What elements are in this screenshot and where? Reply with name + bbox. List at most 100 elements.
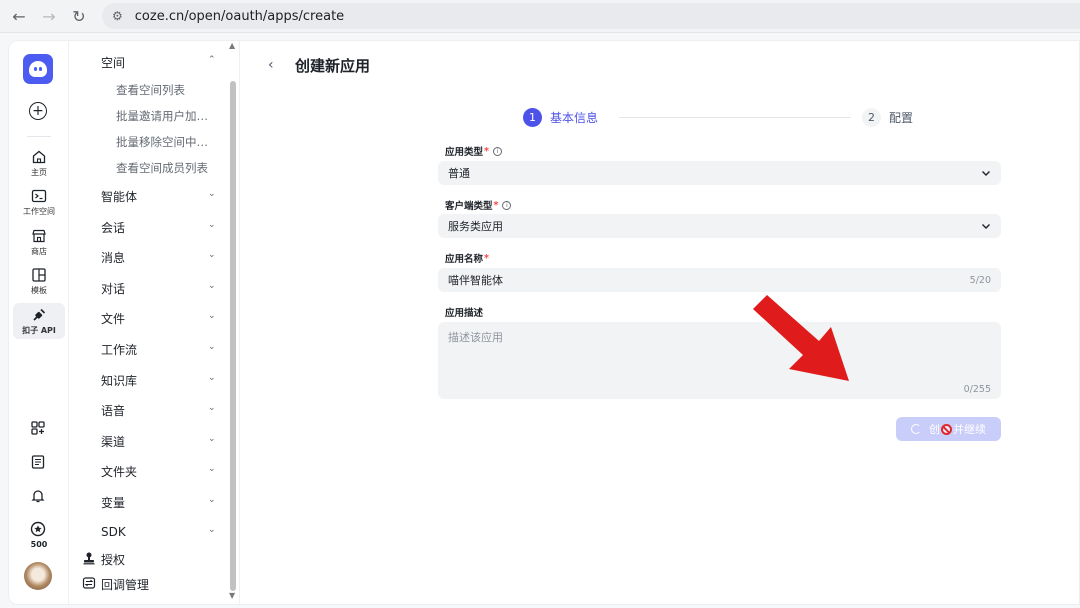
coze-logo-icon[interactable] (23, 54, 53, 84)
user-avatar[interactable] (24, 562, 52, 590)
chevron-left-icon[interactable]: ‹ (268, 57, 274, 73)
select-value: 服务类应用 (448, 220, 503, 233)
star-points-icon[interactable] (30, 521, 46, 537)
document-icon[interactable] (30, 454, 46, 470)
rail-item-api[interactable]: 扣子 API (13, 303, 65, 339)
menu-label: 工作流 (101, 342, 138, 357)
create-plus-icon[interactable]: + (29, 102, 47, 120)
back-arrow-icon[interactable]: ← (4, 1, 34, 31)
menu-group[interactable]: 智能体 ⌄ (70, 183, 230, 209)
scroll-down-icon[interactable]: ▼ (229, 591, 235, 600)
api-doc-menu: 空间 ⌃ 查看空间列表 批量邀请用户加… 批量移除空间中… 查看空间成员列表 智… (70, 41, 240, 604)
apps-grid-icon[interactable] (30, 420, 46, 436)
select-value: 普通 (448, 167, 470, 180)
chevron-down-icon: ⌄ (208, 373, 216, 383)
site-settings-icon[interactable]: ⚙ (112, 9, 123, 23)
menu-group[interactable]: 语音 ⌄ (70, 397, 230, 423)
menu-label: 消息 (101, 250, 126, 265)
info-icon[interactable]: i (502, 200, 512, 210)
menu-label: 渠道 (101, 434, 126, 449)
step-divider (619, 117, 851, 118)
not-allowed-cursor-icon (941, 423, 952, 435)
chevron-up-icon: ⌃ (208, 55, 216, 65)
menu-group[interactable]: 对话 ⌄ (70, 275, 230, 301)
rail-item-workspace[interactable]: 工作空间 (13, 188, 65, 217)
menu-subitem[interactable]: 查看空间列表 (116, 82, 185, 98)
menu-label: 授权 (101, 552, 126, 567)
step-label: 配置 (889, 111, 914, 125)
button-label: 创 (929, 423, 940, 436)
chevron-down-icon: ⌄ (208, 311, 216, 321)
rail-item-store[interactable]: 商店 (13, 228, 65, 257)
menu-label: 智能体 (101, 189, 138, 204)
app-type-select[interactable]: 普通 (438, 161, 1001, 185)
app-name-label: 应用名称 * (445, 251, 489, 266)
menu-label: 空间 (101, 55, 126, 70)
rail-item-home[interactable]: 主页 (13, 149, 65, 178)
chevron-down-icon: ⌄ (208, 525, 216, 535)
store-icon (32, 229, 46, 243)
field-label-text: 应用名称 (445, 254, 484, 265)
chevron-down-icon: ⌄ (208, 220, 216, 230)
menu-label: 回调管理 (101, 577, 150, 592)
info-icon[interactable]: i (492, 146, 502, 156)
step-number: 1 (523, 108, 542, 127)
forward-arrow-icon[interactable]: → (34, 1, 64, 31)
char-counter: 0/255 (963, 384, 991, 395)
rail-divider (27, 136, 51, 137)
step-number: 2 (862, 108, 881, 127)
menu-group[interactable]: 变量 ⌄ (70, 489, 230, 515)
required-mark: * (493, 199, 499, 211)
menu-subitem[interactable]: 批量邀请用户加… (116, 108, 208, 124)
scroll-thumb[interactable] (230, 81, 236, 591)
url-text: coze.cn/open/oauth/apps/create (134, 8, 345, 24)
browser-toolbar: ← → ↻ ⚙ coze.cn/open/oauth/apps/create (0, 0, 1080, 33)
chevron-down-icon: ⌄ (208, 342, 216, 352)
stamp-icon (83, 552, 95, 565)
required-mark: * (484, 145, 489, 157)
address-bar[interactable]: ⚙ coze.cn/open/oauth/apps/create (102, 3, 1080, 29)
menu-subitem[interactable]: 批量移除空间中… (116, 134, 208, 150)
field-label-text: 应用类型 (445, 147, 484, 158)
client-type-label: 客户端类型 * i (445, 198, 512, 212)
chevron-down-icon: ⌄ (208, 434, 216, 444)
reload-icon[interactable]: ↻ (64, 1, 94, 31)
menu-item-callback[interactable]: 回调管理 (70, 571, 230, 597)
field-label-text: 应用描述 (445, 308, 484, 319)
required-mark: * (484, 252, 489, 264)
menu-item-auth[interactable]: 授权 (70, 546, 230, 572)
app-type-label: 应用类型 * i (445, 144, 502, 158)
step-indicator: 1 基本信息 2 配置 (523, 108, 923, 128)
chevron-down-icon (982, 171, 990, 176)
menu-group-space[interactable]: 空间 ⌃ (70, 49, 230, 75)
menu-group[interactable]: 渠道 ⌄ (70, 428, 230, 454)
menu-group[interactable]: 知识库 ⌄ (70, 367, 230, 393)
create-continue-button[interactable]: 创 并继续 (896, 417, 1001, 441)
menu-subitem[interactable]: 查看空间成员列表 (116, 160, 208, 176)
rail-item-templates[interactable]: 模板 (13, 267, 65, 296)
page-title: 创建新应用 (295, 57, 371, 75)
menu-group[interactable]: SDK ⌄ (70, 519, 230, 545)
char-counter: 5/20 (969, 274, 991, 286)
menu-scrollbar[interactable]: ▲ ▼ (228, 41, 238, 604)
menu-group[interactable]: 文件 ⌄ (70, 305, 230, 331)
menu-label: 对话 (101, 281, 126, 296)
bell-icon[interactable] (30, 488, 46, 504)
field-label-text: 客户端类型 (445, 201, 493, 212)
scroll-up-icon[interactable]: ▲ (229, 41, 235, 50)
icon-rail: + 主页 工作空间 商店 模板 扣子 API 500 (9, 41, 69, 604)
rail-label: 模板 (31, 286, 47, 295)
callback-icon (82, 577, 96, 589)
app-window: + 主页 工作空间 商店 模板 扣子 API 500 空间 ⌃ 查看空间列表 批… (8, 40, 1080, 605)
menu-group[interactable]: 文件夹 ⌄ (70, 458, 230, 484)
app-desc-textarea[interactable]: 描述该应用 0/255 (438, 322, 1001, 399)
home-icon (32, 150, 46, 164)
menu-group[interactable]: 会话 ⌄ (70, 214, 230, 240)
client-type-select[interactable]: 服务类应用 (438, 214, 1001, 238)
points-count: 500 (30, 540, 48, 549)
app-name-input[interactable]: 喵伴智能体 5/20 (438, 268, 1001, 292)
menu-group[interactable]: 工作流 ⌄ (70, 336, 230, 362)
menu-group[interactable]: 消息 ⌄ (70, 244, 230, 270)
chevron-down-icon: ⌄ (208, 403, 216, 413)
menu-label: 会话 (101, 220, 126, 235)
